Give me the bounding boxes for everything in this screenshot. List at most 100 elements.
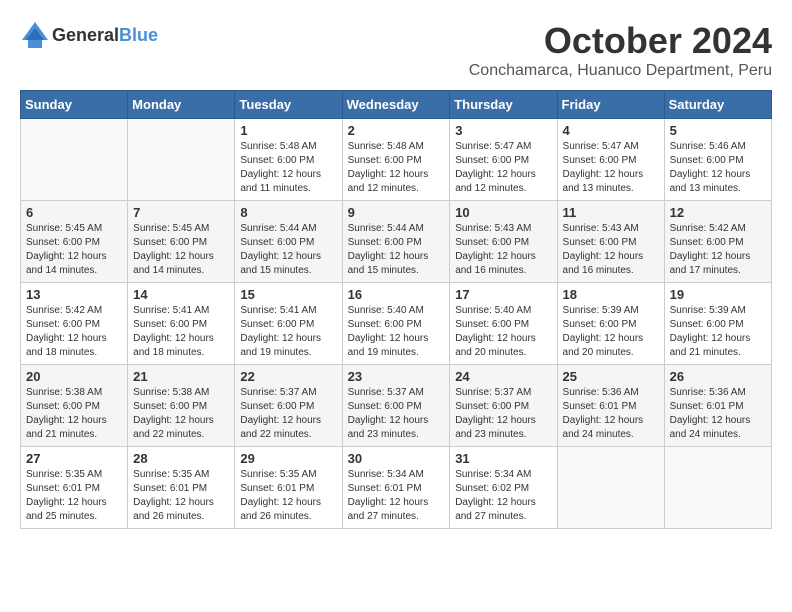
calendar-day-cell: 4 Sunrise: 5:47 AM Sunset: 6:00 PM Daylig… xyxy=(557,119,664,201)
calendar-day-cell: 18Sunrise: 5:39 AM Sunset: 6:00 PM Dayli… xyxy=(557,283,664,365)
day-number: 25 xyxy=(563,369,659,384)
calendar-day-cell: 5Sunrise: 5:46 AM Sunset: 6:00 PM Daylig… xyxy=(664,119,771,201)
day-info: Sunrise: 5:44 AM Sunset: 6:00 PM Dayligh… xyxy=(348,222,445,278)
calendar-day-cell: 29 Sunrise: 5:35 AM Sunset: 6:01 PM Dayli… xyxy=(235,447,342,529)
day-number: 5 xyxy=(670,123,766,138)
weekday-header-monday: Monday xyxy=(128,91,235,119)
calendar-day-cell: 1 Sunrise: 5:48 AM Sunset: 6:00 PM Daylig… xyxy=(235,119,342,201)
calendar-day-cell: 8 Sunrise: 5:44 AM Sunset: 6:00 PM Daylig… xyxy=(235,201,342,283)
day-number: 30 xyxy=(348,451,445,466)
day-number: 21 xyxy=(133,369,229,384)
calendar-day-cell xyxy=(664,447,771,529)
calendar-day-cell: 20 Sunrise: 5:38 AM Sunset: 6:00 PM Dayli… xyxy=(21,365,128,447)
day-number: 9 xyxy=(348,205,445,220)
day-number: 10 xyxy=(455,205,551,220)
calendar-day-cell: 23 Sunrise: 5:37 AM Sunset: 6:00 PM Dayli… xyxy=(342,365,450,447)
calendar-day-cell xyxy=(21,119,128,201)
calendar-day-cell: 7 Sunrise: 5:45 AM Sunset: 6:00 PM Daylig… xyxy=(128,201,235,283)
calendar-day-cell: 17Sunrise: 5:40 AM Sunset: 6:00 PM Dayli… xyxy=(450,283,557,365)
calendar-day-cell: 2Sunrise: 5:48 AM Sunset: 6:00 PM Daylig… xyxy=(342,119,450,201)
day-info: Sunrise: 5:35 AM Sunset: 6:01 PM Dayligh… xyxy=(240,468,336,524)
calendar-day-cell: 12 Sunrise: 5:42 AM Sunset: 6:00 PM Dayli… xyxy=(664,201,771,283)
day-number: 14 xyxy=(133,287,229,302)
calendar-day-cell: 10 Sunrise: 5:43 AM Sunset: 6:00 PM Dayli… xyxy=(450,201,557,283)
calendar-day-cell: 24 Sunrise: 5:37 AM Sunset: 6:00 PM Dayli… xyxy=(450,365,557,447)
day-number: 18 xyxy=(563,287,659,302)
day-number: 7 xyxy=(133,205,229,220)
day-info: Sunrise: 5:44 AM Sunset: 6:00 PM Dayligh… xyxy=(240,222,336,278)
day-info: Sunrise: 5:39 AM Sunset: 6:00 PM Dayligh… xyxy=(670,304,766,360)
calendar-day-cell: 6Sunrise: 5:45 AM Sunset: 6:00 PM Daylig… xyxy=(21,201,128,283)
day-info: Sunrise: 5:35 AM Sunset: 6:01 PM Dayligh… xyxy=(26,468,122,524)
calendar-day-cell: 11 Sunrise: 5:43 AM Sunset: 6:00 PM Dayli… xyxy=(557,201,664,283)
day-info: Sunrise: 5:47 AM Sunset: 6:00 PM Dayligh… xyxy=(563,140,659,196)
weekday-header-thursday: Thursday xyxy=(450,91,557,119)
day-number: 23 xyxy=(348,369,445,384)
day-info: Sunrise: 5:48 AM Sunset: 6:00 PM Dayligh… xyxy=(240,140,336,196)
day-number: 4 xyxy=(563,123,659,138)
day-number: 31 xyxy=(455,451,551,466)
calendar-day-cell: 3Sunrise: 5:47 AM Sunset: 6:00 PM Daylig… xyxy=(450,119,557,201)
day-number: 2 xyxy=(348,123,445,138)
day-number: 27 xyxy=(26,451,122,466)
logo-icon xyxy=(20,20,50,50)
day-number: 22 xyxy=(240,369,336,384)
day-number: 11 xyxy=(563,205,659,220)
logo-text-general: General xyxy=(52,25,119,45)
day-number: 20 xyxy=(26,369,122,384)
day-number: 15 xyxy=(240,287,336,302)
day-info: Sunrise: 5:37 AM Sunset: 6:00 PM Dayligh… xyxy=(240,386,336,442)
calendar-day-cell: 14 Sunrise: 5:41 AM Sunset: 6:00 PM Dayli… xyxy=(128,283,235,365)
weekday-header-sunday: Sunday xyxy=(21,91,128,119)
title-section: October 2024 Conchamarca, Huanuco Depart… xyxy=(469,20,772,80)
day-info: Sunrise: 5:42 AM Sunset: 6:00 PM Dayligh… xyxy=(670,222,766,278)
calendar-day-cell: 9 Sunrise: 5:44 AM Sunset: 6:00 PM Daylig… xyxy=(342,201,450,283)
day-number: 1 xyxy=(240,123,336,138)
calendar-week-row: 13Sunrise: 5:42 AM Sunset: 6:00 PM Dayli… xyxy=(21,283,772,365)
calendar-day-cell: 22 Sunrise: 5:37 AM Sunset: 6:00 PM Dayli… xyxy=(235,365,342,447)
calendar-day-cell: 27 Sunrise: 5:35 AM Sunset: 6:01 PM Dayli… xyxy=(21,447,128,529)
page-header: GeneralBlue October 2024 Conchamarca, Hu… xyxy=(20,20,772,80)
calendar-week-row: 6 Sunrise: 5:45 AM Sunset: 6:00 PM Daylig… xyxy=(21,201,772,283)
day-info: Sunrise: 5:45 AM Sunset: 6:00 PM Dayligh… xyxy=(133,222,229,278)
day-number: 6 xyxy=(26,205,122,220)
calendar-day-cell: 25 Sunrise: 5:36 AM Sunset: 6:01 PM Dayli… xyxy=(557,365,664,447)
day-info: Sunrise: 5:38 AM Sunset: 6:00 PM Dayligh… xyxy=(133,386,229,442)
day-info: Sunrise: 5:37 AM Sunset: 6:00 PM Dayligh… xyxy=(455,386,551,442)
calendar-week-row: 27 Sunrise: 5:35 AM Sunset: 6:01 PM Dayli… xyxy=(21,447,772,529)
day-info: Sunrise: 5:41 AM Sunset: 6:00 PM Dayligh… xyxy=(133,304,229,360)
day-info: Sunrise: 5:41 AM Sunset: 6:00 PM Dayligh… xyxy=(240,304,336,360)
day-info: Sunrise: 5:38 AM Sunset: 6:00 PM Dayligh… xyxy=(26,386,122,442)
calendar-week-row: 1 Sunrise: 5:48 AM Sunset: 6:00 PM Daylig… xyxy=(21,119,772,201)
day-info: Sunrise: 5:43 AM Sunset: 6:00 PM Dayligh… xyxy=(563,222,659,278)
day-info: Sunrise: 5:34 AM Sunset: 6:01 PM Dayligh… xyxy=(348,468,445,524)
day-info: Sunrise: 5:43 AM Sunset: 6:00 PM Dayligh… xyxy=(455,222,551,278)
calendar-day-cell: 21 Sunrise: 5:38 AM Sunset: 6:00 PM Dayli… xyxy=(128,365,235,447)
day-number: 28 xyxy=(133,451,229,466)
logo: GeneralBlue xyxy=(20,20,158,50)
day-info: Sunrise: 5:35 AM Sunset: 6:01 PM Dayligh… xyxy=(133,468,229,524)
day-number: 17 xyxy=(455,287,551,302)
day-number: 26 xyxy=(670,369,766,384)
day-number: 24 xyxy=(455,369,551,384)
day-info: Sunrise: 5:37 AM Sunset: 6:00 PM Dayligh… xyxy=(348,386,445,442)
calendar-day-cell xyxy=(128,119,235,201)
day-number: 12 xyxy=(670,205,766,220)
day-number: 16 xyxy=(348,287,445,302)
day-number: 3 xyxy=(455,123,551,138)
day-number: 8 xyxy=(240,205,336,220)
day-info: Sunrise: 5:36 AM Sunset: 6:01 PM Dayligh… xyxy=(563,386,659,442)
calendar-day-cell: 15 Sunrise: 5:41 AM Sunset: 6:00 PM Dayli… xyxy=(235,283,342,365)
day-number: 19 xyxy=(670,287,766,302)
day-info: Sunrise: 5:34 AM Sunset: 6:02 PM Dayligh… xyxy=(455,468,551,524)
weekday-header-friday: Friday xyxy=(557,91,664,119)
day-info: Sunrise: 5:42 AM Sunset: 6:00 PM Dayligh… xyxy=(26,304,122,360)
day-number: 29 xyxy=(240,451,336,466)
calendar-day-cell xyxy=(557,447,664,529)
calendar-day-cell: 30 Sunrise: 5:34 AM Sunset: 6:01 PM Dayli… xyxy=(342,447,450,529)
calendar-day-cell: 31 Sunrise: 5:34 AM Sunset: 6:02 PM Dayli… xyxy=(450,447,557,529)
calendar-day-cell: 26Sunrise: 5:36 AM Sunset: 6:01 PM Dayli… xyxy=(664,365,771,447)
calendar-day-cell: 13Sunrise: 5:42 AM Sunset: 6:00 PM Dayli… xyxy=(21,283,128,365)
month-year-title: October 2024 xyxy=(469,20,772,62)
logo-text-blue: Blue xyxy=(119,25,158,45)
